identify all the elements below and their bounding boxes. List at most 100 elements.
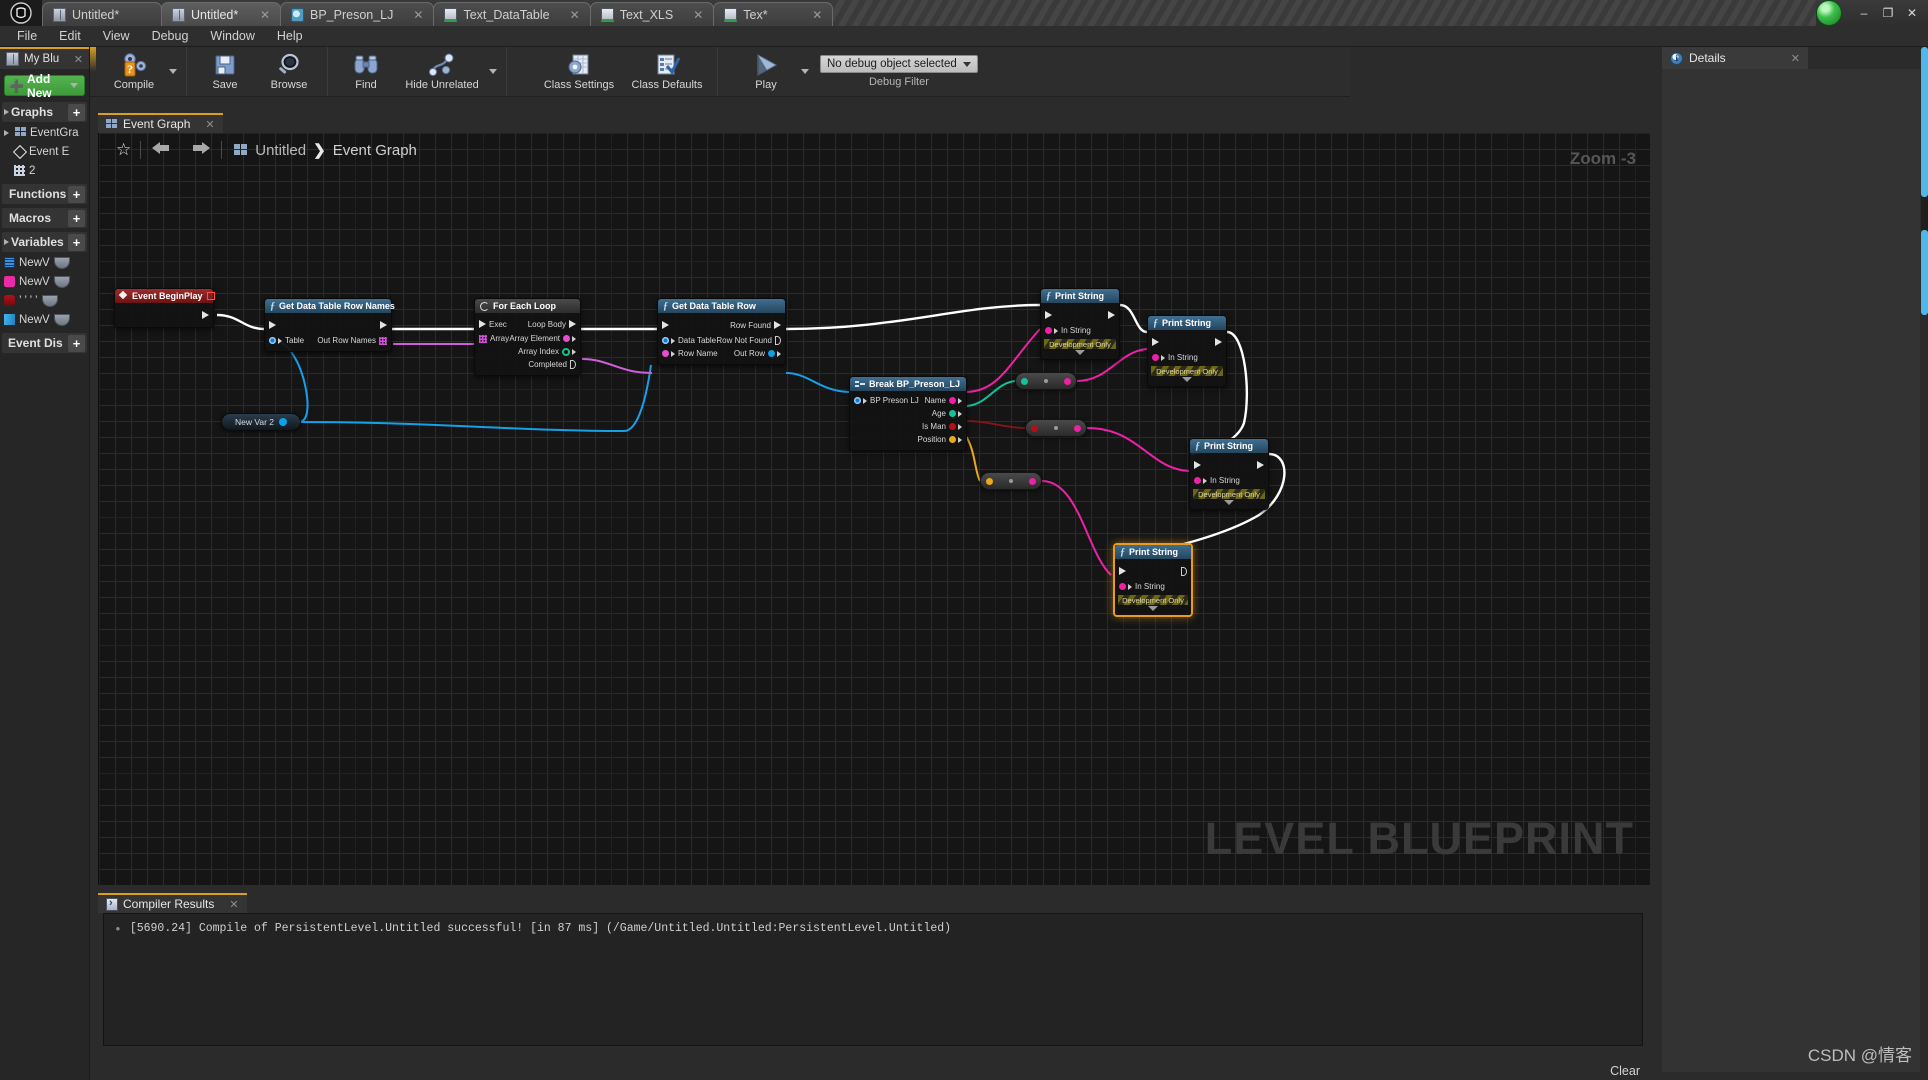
- menu-item-view[interactable]: View: [92, 27, 141, 45]
- eye-icon[interactable]: [41, 294, 58, 307]
- node-for-each-loop[interactable]: For Each Loop Exec Loop Body Array Array…: [474, 298, 581, 376]
- add-event-dispatcher-button[interactable]: +: [68, 334, 85, 352]
- node-expander-button[interactable]: [1190, 499, 1268, 505]
- back-arrow-icon[interactable]: [141, 141, 181, 159]
- pin-exec-out[interactable]: [1257, 461, 1264, 469]
- pin-in-string[interactable]: In String: [1152, 353, 1198, 362]
- event-delegate-icon[interactable]: [206, 292, 215, 300]
- window-tab-4[interactable]: Text_XLS ✕: [589, 2, 715, 26]
- pin-position[interactable]: Position: [918, 435, 962, 444]
- close-icon[interactable]: ✕: [205, 118, 214, 131]
- pin-out-row-names[interactable]: Out Row Names: [317, 336, 387, 345]
- pin-row-found[interactable]: Row Found: [730, 321, 781, 330]
- scrollbar-thumb[interactable]: [1921, 230, 1928, 315]
- menu-item-window[interactable]: Window: [199, 27, 265, 45]
- node-print-string-3[interactable]: ƒ Print String In String Development Onl…: [1189, 438, 1269, 510]
- pin-data-table[interactable]: Data Table: [662, 336, 716, 345]
- pin-exec-in[interactable]: [269, 321, 276, 329]
- node-convert-bool-to-string[interactable]: [1025, 419, 1087, 437]
- node-print-string-4[interactable]: ƒ Print String In String Development Onl…: [1113, 543, 1193, 617]
- class-settings-button[interactable]: Class Settings: [535, 47, 623, 96]
- section-graphs[interactable]: Graphs +: [2, 102, 87, 122]
- string-pin-icon[interactable]: [1064, 377, 1071, 385]
- breadcrumb-root[interactable]: Untitled: [255, 142, 306, 159]
- close-icon[interactable]: ✕: [246, 8, 270, 22]
- debug-object-select[interactable]: No debug object selected: [820, 55, 978, 73]
- list-item-variable[interactable]: NewV: [0, 272, 89, 291]
- bool-pin-icon[interactable]: [1031, 424, 1038, 432]
- window-tab-0[interactable]: Untitled*: [42, 2, 162, 26]
- forward-arrow-icon[interactable]: [181, 141, 221, 159]
- pin-exec-in[interactable]: [662, 321, 669, 329]
- menu-item-file[interactable]: File: [6, 27, 48, 45]
- compile-dropdown-button[interactable]: [166, 47, 180, 96]
- section-functions[interactable]: Functions +: [2, 184, 87, 204]
- pin-exec-out[interactable]: [1181, 566, 1187, 576]
- node-get-data-table-row-names[interactable]: ƒ Get Data Table Row Names Table Out Row…: [264, 298, 395, 352]
- event-graph-canvas[interactable]: ☆ Untitled ❯ Event Graph Zoom -3 LEVEL B…: [98, 133, 1650, 885]
- node-print-string-1[interactable]: ƒ Print String In String Development Onl…: [1040, 288, 1120, 360]
- list-item-variable[interactable]: NewV: [0, 253, 89, 272]
- add-variable-button[interactable]: +: [68, 233, 85, 251]
- pin-completed[interactable]: Completed: [528, 360, 576, 369]
- maximize-button[interactable]: ❐: [1876, 3, 1900, 23]
- close-icon[interactable]: ✕: [399, 8, 423, 22]
- node-new-var-2-getter[interactable]: New Var 2: [221, 413, 301, 431]
- compile-button[interactable]: ? Compile: [102, 47, 166, 96]
- pin-array-index[interactable]: Array Index: [518, 347, 576, 356]
- eye-icon[interactable]: [53, 256, 70, 269]
- window-tab-5[interactable]: Tex* ✕: [713, 2, 834, 26]
- tab-event-graph[interactable]: Event Graph ✕: [98, 113, 223, 133]
- section-macros[interactable]: Macros +: [2, 208, 87, 228]
- add-function-button[interactable]: +: [68, 185, 85, 203]
- hide-unrelated-dropdown-button[interactable]: [486, 47, 500, 96]
- add-new-button[interactable]: ➕ Add New: [4, 72, 85, 100]
- compiler-results-log[interactable]: • [5690.24] Compile of PersistentLevel.U…: [103, 913, 1643, 1046]
- close-icon[interactable]: ✕: [229, 898, 238, 911]
- pin-exec-in[interactable]: [1152, 338, 1159, 346]
- node-print-string-2[interactable]: ƒ Print String In String Development Onl…: [1147, 315, 1227, 387]
- vector-pin-icon[interactable]: [986, 477, 993, 485]
- node-expander-button[interactable]: [1148, 376, 1226, 382]
- object-pin-icon[interactable]: [279, 418, 288, 426]
- close-button[interactable]: ✕: [1900, 3, 1924, 23]
- window-tab-3[interactable]: Text_DataTable ✕: [433, 2, 591, 26]
- tab-details[interactable]: Details ✕: [1662, 47, 1808, 69]
- list-item-graph-2[interactable]: 2: [0, 161, 89, 180]
- browse-button[interactable]: Browse: [257, 47, 321, 96]
- pin-exec-out[interactable]: [380, 321, 387, 329]
- pin-exec-out[interactable]: [1215, 338, 1222, 346]
- hide-unrelated-button[interactable]: Hide Unrelated: [398, 47, 486, 96]
- chevron-right-icon[interactable]: [4, 109, 9, 115]
- close-icon[interactable]: ✕: [74, 53, 83, 66]
- node-convert-age-to-string[interactable]: [1015, 372, 1077, 390]
- play-button[interactable]: Play: [734, 47, 798, 96]
- add-graph-button[interactable]: +: [68, 103, 85, 121]
- section-event-dispatchers[interactable]: Event Dis +: [2, 333, 87, 353]
- pin-table[interactable]: Table: [269, 336, 304, 345]
- list-item-variable[interactable]: NewV: [0, 310, 89, 329]
- pin-exec-out[interactable]: [202, 310, 209, 319]
- pin-exec-in[interactable]: [1119, 567, 1126, 575]
- add-macro-button[interactable]: +: [68, 209, 85, 227]
- chevron-right-icon[interactable]: [4, 239, 9, 245]
- menu-item-debug[interactable]: Debug: [141, 27, 200, 45]
- node-expander-button[interactable]: [1041, 349, 1119, 355]
- tab-my-blueprint[interactable]: My Blu ✕: [0, 47, 89, 69]
- node-event-begin-play[interactable]: Event BeginPlay: [114, 288, 215, 328]
- pin-bp-preson-lj[interactable]: BP Preson LJ: [854, 396, 919, 405]
- class-defaults-button[interactable]: Class Defaults: [623, 47, 711, 96]
- pin-row-not-found[interactable]: Row Not Found: [716, 336, 781, 345]
- save-button[interactable]: Save: [193, 47, 257, 96]
- window-tab-2[interactable]: BP_Preson_LJ ✕: [280, 2, 435, 26]
- pin-exec-out[interactable]: [1108, 311, 1115, 319]
- chevron-right-icon[interactable]: [4, 129, 9, 136]
- pin-loop-body[interactable]: Loop Body: [528, 320, 576, 329]
- bookmark-star-icon[interactable]: ☆: [107, 140, 140, 160]
- breadcrumb-leaf[interactable]: Event Graph: [333, 142, 417, 159]
- pin-row-name[interactable]: Row Name: [662, 349, 718, 358]
- pin-exec[interactable]: Exec: [479, 320, 507, 329]
- string-pin-icon[interactable]: [1074, 424, 1081, 432]
- pin-is-man[interactable]: Is Man: [922, 422, 962, 431]
- close-icon[interactable]: ✕: [679, 8, 703, 22]
